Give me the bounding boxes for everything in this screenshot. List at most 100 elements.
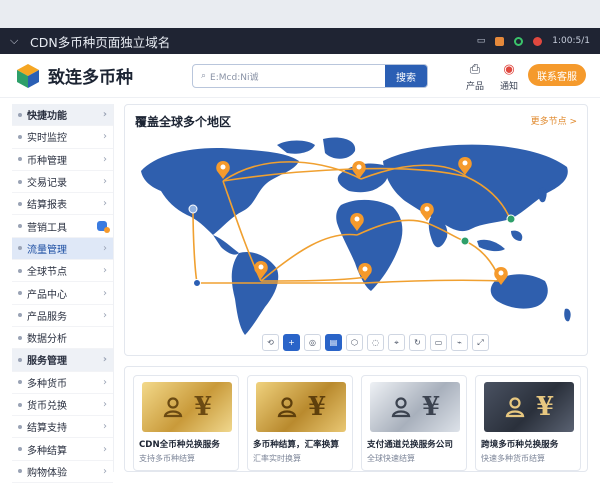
- map-tool-button[interactable]: ⟲: [262, 334, 279, 351]
- extension-icon[interactable]: [495, 36, 505, 46]
- search-icon: ⌕: [201, 71, 207, 81]
- bullet-icon: [18, 424, 22, 429]
- yen-icon: ¥: [193, 392, 213, 422]
- world-map[interactable]: [127, 131, 587, 337]
- sidebar-item[interactable]: 流量管理 ›: [12, 237, 113, 261]
- browser-titlebar: ⌵ CDN多币种页面独立域名 ▭ 1:00:5/1: [0, 28, 600, 54]
- yen-icon: ¥: [421, 392, 441, 422]
- sidebar-item[interactable]: 产品服务 ›: [12, 305, 113, 327]
- sidebar-item[interactable]: 多种货币 ›: [12, 372, 113, 394]
- sidebar-item[interactable]: 数据分析: [12, 327, 113, 350]
- feature-card[interactable]: ¥ 跨境多币种兑换服务 快速多种货币结算: [475, 375, 581, 471]
- products-button[interactable]: ⎙ 产品: [466, 62, 484, 92]
- map-tool-button[interactable]: ◌: [367, 334, 384, 351]
- sidebar-item[interactable]: 币种管理 ›: [12, 149, 113, 171]
- sidebar-item[interactable]: 结算报表 ›: [12, 193, 113, 216]
- sidebar-item-label: 货币兑换: [27, 401, 67, 412]
- sidebar-item[interactable]: 营销工具: [12, 215, 113, 238]
- sidebar-item[interactable]: 快捷功能 ›: [12, 104, 113, 127]
- sidebar-item[interactable]: 交易记录 ›: [12, 171, 113, 194]
- sidebar-item-label: 产品中心: [27, 289, 67, 301]
- map-tool-button[interactable]: ▤: [325, 334, 342, 351]
- minimize-icon[interactable]: ▭: [477, 36, 486, 46]
- logo[interactable]: 致连多币种: [14, 62, 133, 90]
- yen-icon: ¥: [307, 392, 327, 422]
- chevron-right-icon: ›: [103, 376, 107, 388]
- sidebar-item[interactable]: 产品中心 ›: [12, 282, 113, 305]
- bullet-icon: [18, 291, 22, 296]
- bullet-icon: [18, 402, 22, 407]
- map-tool-button[interactable]: ⌁: [451, 334, 468, 351]
- sidebar-item-label: 多种结算: [27, 445, 67, 457]
- sidebar-item[interactable]: 购物体验 ›: [12, 461, 113, 484]
- brand-name: 致连多币种: [48, 68, 133, 88]
- chevron-right-icon: ›: [103, 198, 107, 210]
- search-button[interactable]: 搜索: [385, 65, 427, 87]
- sidebar-item[interactable]: 服务管理 ›: [12, 349, 113, 372]
- card-title: 多币种结算，汇率换算: [253, 440, 339, 450]
- sidebar-item[interactable]: 实时监控 ›: [12, 126, 113, 149]
- chevron-right-icon: ›: [103, 153, 107, 165]
- sidebar-item-label: 结算报表: [27, 200, 67, 212]
- chevron-right-icon: ›: [103, 399, 107, 410]
- notifications-button[interactable]: ◉ 通知: [500, 62, 518, 92]
- map-panel-title: 覆盖全球多个地区: [135, 115, 232, 129]
- map-toolbar: ⟲ + ◎ ▤ ⬡ ◌ ⌖ ↻ ▭ ⌁ ⤢: [262, 334, 489, 356]
- card-artwork: ¥: [484, 382, 574, 432]
- more-nodes-link[interactable]: 更多节点 >: [531, 114, 577, 127]
- bullet-icon: [18, 179, 22, 184]
- sidebar-item-label: 流量管理: [27, 244, 67, 256]
- bullet-icon: [18, 313, 22, 318]
- bullet-icon: [18, 469, 22, 474]
- feature-cards: ¥ CDN全币种兑换服务 支持多币种结算 ¥ 多币种结算，汇率换算 汇率实时换算 ¥ 支付通道…: [124, 366, 588, 472]
- chevron-right-icon: ›: [103, 309, 107, 321]
- sidebar-item[interactable]: 货币兑换 ›: [12, 394, 113, 417]
- sidebar-item[interactable]: 结算支持 ›: [12, 416, 113, 439]
- chevron-right-icon: ›: [103, 465, 107, 477]
- card-title: CDN全币种兑换服务: [139, 440, 220, 450]
- chevron-right-icon: ›: [103, 242, 107, 254]
- sidebar-item-label: 币种管理: [27, 155, 67, 167]
- map-panel: 覆盖全球多个地区 更多节点 >: [124, 104, 588, 356]
- map-tool-button[interactable]: ↻: [409, 334, 426, 351]
- sidebar-item[interactable]: 多种结算 ›: [12, 438, 113, 461]
- feature-card[interactable]: ¥ 支付通道兑换服务公司 全球快速结算: [361, 375, 467, 471]
- back-icon[interactable]: ⌵: [10, 34, 24, 48]
- map-tool-button[interactable]: ⌖: [388, 334, 405, 351]
- bullet-icon: [18, 157, 22, 162]
- sidebar-item-label: 购物体验: [27, 467, 67, 479]
- sidebar-item-label: 多种货币: [27, 378, 67, 390]
- search-box[interactable]: ⌕ E:Mcd:Ni诚 搜索: [192, 64, 428, 88]
- bullet-icon: [18, 224, 22, 229]
- products-label: 产品: [466, 82, 485, 92]
- sidebar-item-label: 交易记录: [27, 178, 67, 190]
- map-tool-button[interactable]: ⤢: [472, 334, 489, 351]
- refresh-icon[interactable]: [514, 36, 524, 46]
- feature-card[interactable]: ¥ CDN全币种兑换服务 支持多币种结算: [133, 375, 239, 471]
- feature-card[interactable]: ¥ 多币种结算，汇率换算 汇率实时换算: [247, 375, 353, 471]
- map-tool-button[interactable]: ◎: [304, 334, 321, 351]
- card-artwork: ¥: [256, 382, 346, 432]
- record-icon[interactable]: [533, 36, 543, 46]
- sidebar-item-label: 快捷功能: [27, 111, 67, 123]
- card-artwork: ¥: [370, 382, 460, 432]
- bullet-icon: [18, 268, 22, 273]
- map-tool-button[interactable]: ▭: [430, 334, 447, 351]
- contact-button[interactable]: 联系客服: [528, 64, 586, 86]
- map-tool-button[interactable]: ⬡: [346, 334, 363, 351]
- map-tool-button[interactable]: +: [283, 334, 300, 351]
- sidebar-item-label: 营销工具: [27, 222, 67, 234]
- sidebar-item[interactable]: 全球节点 ›: [12, 260, 113, 283]
- chevron-right-icon: ›: [102, 354, 107, 366]
- sidebar: 快捷功能 › 实时监控 › 币种管理 › 交易记录 › 结算报表 › 营销工具 流量管理 › 全球节点 › 产…: [12, 104, 114, 484]
- bullet-icon: [18, 357, 22, 362]
- sidebar-item-label: 全球节点: [27, 267, 67, 279]
- search-input[interactable]: ⌕ E:Mcd:Ni诚: [193, 65, 385, 87]
- person-icon: [505, 397, 525, 418]
- window-title: CDN多币种页面独立域名: [30, 34, 171, 50]
- chevron-right-icon: ›: [103, 131, 107, 143]
- sidebar-item-label: 实时监控: [27, 133, 67, 145]
- card-title: 支付通道兑换服务公司: [367, 440, 453, 450]
- bullet-icon: [18, 201, 22, 206]
- card-subtitle: 支持多币种结算: [139, 454, 195, 463]
